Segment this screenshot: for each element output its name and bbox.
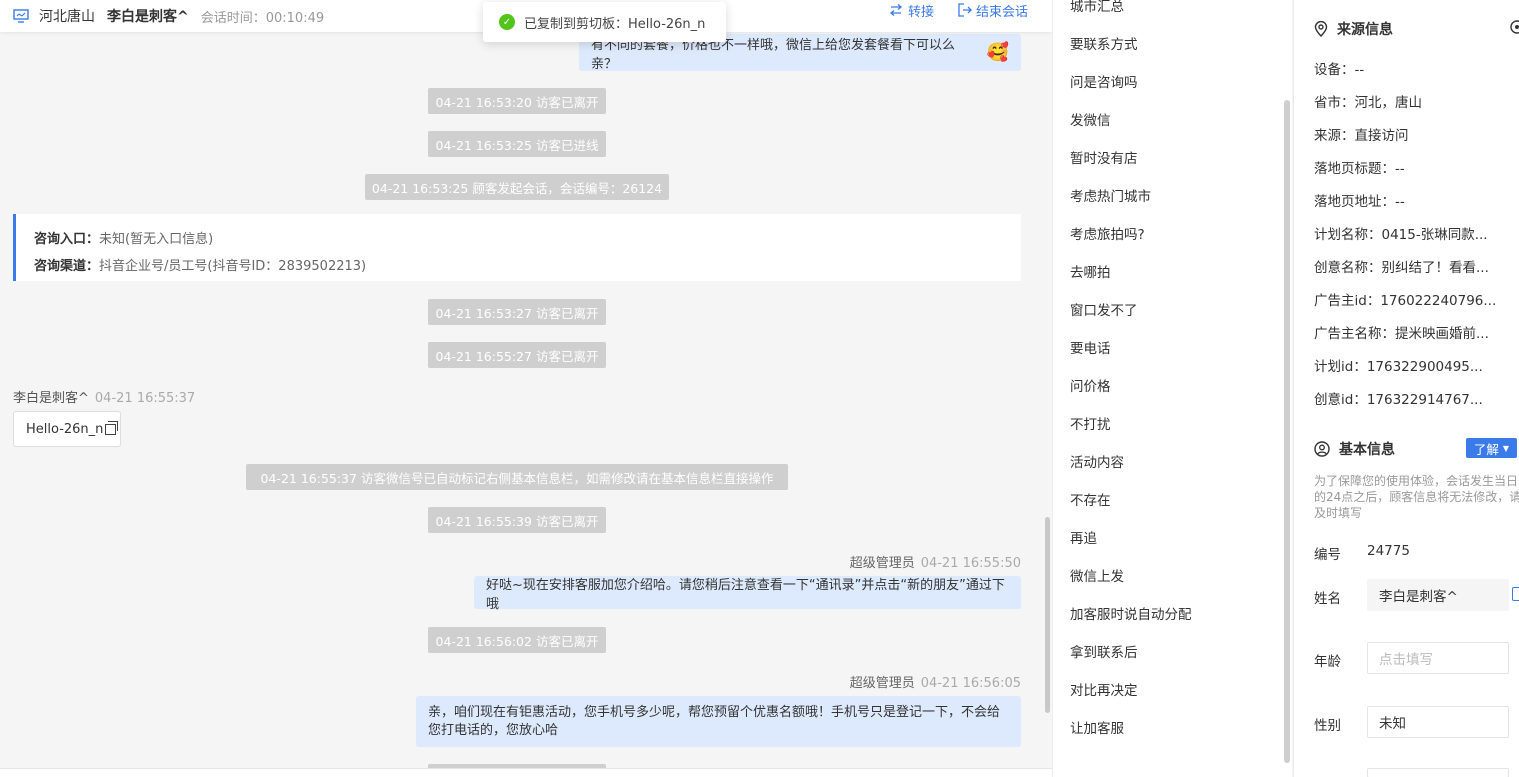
visitor-location: 河北唐山 <box>39 9 95 25</box>
end-session-button[interactable]: 结束会话 <box>958 1 1028 20</box>
name-label: 姓名 <box>1314 591 1341 607</box>
monitor-icon <box>13 9 29 23</box>
basic-info-heading: 基本信息 <box>1314 439 1395 459</box>
quick-reply-item[interactable]: 再追 <box>1070 527 1097 547</box>
quick-reply-item[interactable]: 考虑热门城市 <box>1070 185 1151 205</box>
quick-reply-item[interactable]: 不存在 <box>1070 489 1111 509</box>
quick-reply-item[interactable]: 去哪拍 <box>1070 261 1111 281</box>
system-message: 04-21 16:53:25 访客已进线 <box>428 131 606 157</box>
gender-select[interactable]: 未知 <box>1367 706 1509 738</box>
quick-reply-item[interactable]: 不打扰 <box>1070 413 1111 433</box>
quick-reply-item[interactable]: 加客服时说自动分配 <box>1070 603 1192 623</box>
system-message: 04-21 16:53:27 访客已离开 <box>428 299 606 325</box>
source-device: 设备：-- <box>1314 62 1365 78</box>
system-message: 04-21 16:55:37 访客微信号已自动标记右侧基本信息栏，如需修改请在基… <box>246 464 788 490</box>
source-province-city: 省市：河北，唐山 <box>1314 95 1422 111</box>
quick-reply-item[interactable]: 要联系方式 <box>1070 33 1138 53</box>
transfer-button[interactable]: 转接 <box>888 1 934 20</box>
quick-reply-item[interactable]: 拿到联系后 <box>1070 641 1138 661</box>
gender-label: 性别 <box>1314 718 1341 734</box>
user-circle-icon <box>1314 441 1330 457</box>
location-pin-icon <box>1314 21 1328 37</box>
quick-reply-item[interactable]: 城市汇总 <box>1070 0 1124 15</box>
visitor-info-panel: 来源信息 设备：-- 省市：河北，唐山 来源：直接访问 落地页标题：-- 落地页… <box>1293 0 1519 777</box>
message-time: 04-21 16:55:50 <box>920 556 1021 571</box>
quick-reply-panel: 城市汇总 要联系方式 问是咨询吗 发微信 暂时没有店 考虑热门城市 考虑旅拍吗?… <box>1052 0 1292 777</box>
quick-reply-scrollbar[interactable] <box>1284 100 1290 763</box>
visitor-name: 李白是刺客^ <box>107 9 189 25</box>
id-label: 编号 <box>1314 547 1341 563</box>
source-advertiser-id: 广告主id：176022240796... <box>1314 293 1497 309</box>
transfer-label: 转接 <box>907 4 934 20</box>
system-message: 04-21 16:56:02 访客已离开 <box>428 627 606 653</box>
copy-toast: ✓ 已复制到剪切板：Hello-26n_n <box>483 2 726 42</box>
age-label: 年龄 <box>1314 654 1341 670</box>
system-message: 04-21 16:55:27 访客已离开 <box>428 342 606 368</box>
source-landing-title: 落地页标题：-- <box>1314 161 1405 177</box>
source-plan-name: 计划名称：0415-张琳同款... <box>1314 227 1488 243</box>
chat-scrollbar[interactable] <box>1045 517 1050 713</box>
system-message: 04-21 16:55:39 访客已离开 <box>428 507 606 533</box>
message-text: 亲，咱们现在有钜惠活动，您手机号多少呢，帮您预留个优惠名额哦！手机号只是登记一下… <box>428 705 1001 720</box>
channel-value: 抖音企业号/员工号(抖音号ID：2839502213) <box>99 259 367 274</box>
quick-reply-item[interactable]: 窗口发不了 <box>1070 299 1138 319</box>
message-time: 04-21 16:55:37 <box>94 391 196 406</box>
quick-reply-item[interactable]: 考虑旅拍吗? <box>1070 223 1145 243</box>
sender-name: 超级管理员 <box>849 676 915 691</box>
entry-value: 未知(暂无入口信息) <box>99 232 214 247</box>
quick-reply-item[interactable]: 问价格 <box>1070 375 1111 395</box>
system-message: 04-21 16:53:20 访客已离开 <box>428 88 606 114</box>
source-plan-id: 计划id：176322900495... <box>1314 359 1483 375</box>
source-creative-name: 创意名称：别纠结了！看看... <box>1314 260 1489 276</box>
source-landing-url: 落地页地址：-- <box>1314 194 1405 210</box>
toast-text: 已复制到剪切板：Hello-26n_n <box>524 16 706 32</box>
agent-message: 好哒~现在安排客服加您介绍哈。请您稍后注意查看一下“通讯录”并点击“新的朋友”通… <box>474 576 1021 612</box>
session-time: 会话时间：00:10:49 <box>200 10 325 26</box>
message-text: 您打电话的，您放心哈 <box>428 723 559 738</box>
transfer-icon <box>889 4 902 16</box>
quick-reply-item[interactable]: 发微信 <box>1070 109 1111 129</box>
quick-reply-item[interactable]: 要电话 <box>1070 337 1111 357</box>
visitor-message[interactable]: Hello-26n_n <box>13 411 121 447</box>
source-info-heading: 来源信息 <box>1314 19 1393 39</box>
quick-reply-item[interactable]: 对比再决定 <box>1070 679 1138 699</box>
copy-icon[interactable] <box>1512 587 1519 601</box>
source-creative-id: 创意id：176322914767... <box>1314 392 1483 408</box>
basic-info-note: 为了保障您的使用体验，会话发生当日的24点之后，顾客信息将无法修改，请及时填写 <box>1314 474 1519 520</box>
target-icon[interactable] <box>1509 19 1519 35</box>
message-text: Hello-26n_n <box>26 421 104 437</box>
end-session-label: 结束会话 <box>975 4 1028 20</box>
name-field[interactable]: 李白是刺客^ <box>1367 579 1509 611</box>
quick-reply-item[interactable]: 问是咨询吗 <box>1070 71 1138 91</box>
quick-reply-item[interactable]: 活动内容 <box>1070 451 1124 471</box>
entry-label: 咨询入口： <box>34 232 100 247</box>
system-message: 04-21 16:53:25 顾客发起会话，会话编号：26124 <box>365 174 669 200</box>
sender-name: 李白是刺客^ <box>13 391 89 406</box>
visitor-message-meta: 李白是刺客^ 04-21 16:55:37 <box>13 387 195 406</box>
channel-label: 咨询渠道： <box>34 259 100 274</box>
copy-icon[interactable] <box>105 420 119 435</box>
check-circle-icon: ✓ <box>499 14 515 30</box>
age-input[interactable]: 点击填写 <box>1367 642 1509 674</box>
quick-reply-item[interactable]: 微信上发 <box>1070 565 1124 585</box>
message-time: 04-21 16:56:05 <box>920 676 1021 691</box>
agent-message-meta: 超级管理员 04-21 16:56:05 <box>850 672 1021 691</box>
consult-info-card: 咨询入口：未知(暂无入口信息) 咨询渠道：抖音企业号/员工号(抖音号ID：283… <box>13 214 1021 281</box>
learn-more-button[interactable]: 了解 ▼ <box>1466 438 1517 458</box>
agent-message: 亲，咱们现在有钜惠活动，您手机号多少呢，帮您预留个优惠名额哦！手机号只是登记一下… <box>416 696 1021 747</box>
id-value: 24775 <box>1367 543 1410 559</box>
quick-reply-item[interactable]: 让加客服 <box>1070 717 1124 737</box>
next-field[interactable] <box>1367 768 1509 777</box>
emoji-icon: 🥰 <box>986 42 1009 63</box>
source-advertiser-name: 广告主名称：提米映画婚前... <box>1314 326 1489 342</box>
sender-name: 超级管理员 <box>849 556 915 571</box>
quick-reply-item[interactable]: 暂时没有店 <box>1070 147 1138 167</box>
chat-panel: 河北唐山 李白是刺客^ 会话时间：00:10:49 转接 结束会话 ✓ 已复制到… <box>0 0 1052 777</box>
input-area-edge <box>0 768 1052 777</box>
caret-down-icon: ▼ <box>1502 443 1510 453</box>
message-text: 好哒~现在安排客服加您介绍哈。请您稍后注意查看一下“通讯录”并点击“新的朋友”通… <box>486 577 1005 612</box>
agent-message-meta: 超级管理员 04-21 16:55:50 <box>850 552 1021 571</box>
source-channel: 来源：直接访问 <box>1314 128 1409 144</box>
exit-icon <box>958 3 972 17</box>
